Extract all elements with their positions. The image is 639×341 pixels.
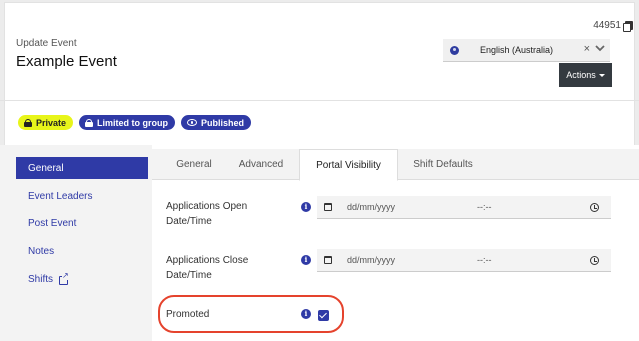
tab-label: Portal Visibility bbox=[316, 159, 381, 171]
actions-button[interactable]: Actions bbox=[559, 63, 612, 87]
page-title: Example Event bbox=[16, 53, 117, 70]
sidebar-item-general[interactable]: General bbox=[16, 157, 148, 179]
tab-bar: General Advanced Portal Visibility Shift… bbox=[152, 149, 639, 181]
sidebar-item-label: Shifts bbox=[28, 273, 54, 285]
applications-close-label: Applications Close Date/Time bbox=[166, 255, 249, 281]
tab-general[interactable]: General bbox=[162, 149, 226, 180]
external-link-icon bbox=[59, 270, 69, 285]
caret-down-icon bbox=[598, 73, 605, 77]
applications-open-label: Applications Open Date/Time bbox=[166, 201, 248, 227]
badge-private: Private bbox=[18, 115, 74, 130]
copy-icon[interactable] bbox=[623, 21, 633, 32]
status-badges: Private Limited to group Published bbox=[18, 115, 252, 130]
clear-icon[interactable]: × bbox=[584, 44, 590, 55]
page-subtitle: Update Event bbox=[16, 38, 77, 49]
info-icon[interactable]: i bbox=[301, 255, 311, 265]
date-placeholder: dd/mm/yyyy bbox=[347, 255, 396, 265]
badge-label: Private bbox=[36, 117, 67, 128]
sidebar-item-label: Notes bbox=[28, 245, 55, 257]
sidebar-item-label: General bbox=[28, 162, 64, 174]
calendar-icon[interactable] bbox=[324, 256, 332, 264]
sidebar-item-label: Event Leaders bbox=[28, 190, 93, 202]
record-id-text: 44951 bbox=[593, 20, 621, 31]
badge-limited-to-group: Limited to group bbox=[79, 115, 176, 130]
tab-shift-defaults[interactable]: Shift Defaults bbox=[402, 149, 484, 180]
header-divider bbox=[0, 100, 639, 101]
chevron-down-icon[interactable] bbox=[594, 42, 606, 54]
sidebar-item-notes[interactable]: Notes bbox=[16, 240, 148, 262]
tab-label: Shift Defaults bbox=[413, 159, 473, 170]
promoted-highlight-annotation bbox=[158, 295, 344, 333]
applications-open-row: Applications Open Date/Time i dd/mm/yyyy… bbox=[152, 196, 639, 236]
time-placeholder: --:-- bbox=[477, 255, 492, 265]
lock-icon bbox=[85, 118, 94, 127]
tab-advanced[interactable]: Advanced bbox=[228, 149, 294, 180]
sidebar-item-label: Post Event bbox=[28, 217, 77, 229]
date-placeholder: dd/mm/yyyy bbox=[347, 202, 396, 212]
language-select[interactable]: English (Australia) × bbox=[443, 39, 610, 62]
badge-label: Published bbox=[201, 117, 245, 128]
clock-icon[interactable] bbox=[590, 255, 599, 265]
tab-label: Advanced bbox=[238, 159, 284, 170]
sidebar-item-event-leaders[interactable]: Event Leaders bbox=[16, 185, 148, 207]
eye-icon bbox=[187, 119, 198, 126]
record-id[interactable]: 44951 bbox=[593, 20, 633, 32]
sidebar-item-shifts[interactable]: Shifts bbox=[16, 268, 148, 290]
info-icon[interactable]: i bbox=[301, 202, 311, 212]
applications-open-datetime-input[interactable]: dd/mm/yyyy --:-- bbox=[317, 196, 611, 219]
applications-close-row: Applications Close Date/Time i dd/mm/yyy… bbox=[152, 249, 639, 289]
badge-label: Limited to group bbox=[97, 117, 169, 128]
applications-close-datetime-input[interactable]: dd/mm/yyyy --:-- bbox=[317, 249, 611, 272]
lock-icon bbox=[24, 118, 32, 127]
tab-portal-visibility[interactable]: Portal Visibility bbox=[299, 149, 398, 181]
language-value: English (Australia) bbox=[480, 45, 554, 55]
actions-label: Actions bbox=[566, 70, 596, 80]
globe-icon bbox=[450, 45, 459, 55]
tab-label: General bbox=[176, 159, 212, 170]
time-placeholder: --:-- bbox=[477, 202, 492, 212]
calendar-icon[interactable] bbox=[324, 203, 332, 211]
sidebar-item-post-event[interactable]: Post Event bbox=[16, 212, 148, 234]
clock-icon[interactable] bbox=[590, 202, 599, 212]
badge-published: Published bbox=[181, 115, 252, 130]
